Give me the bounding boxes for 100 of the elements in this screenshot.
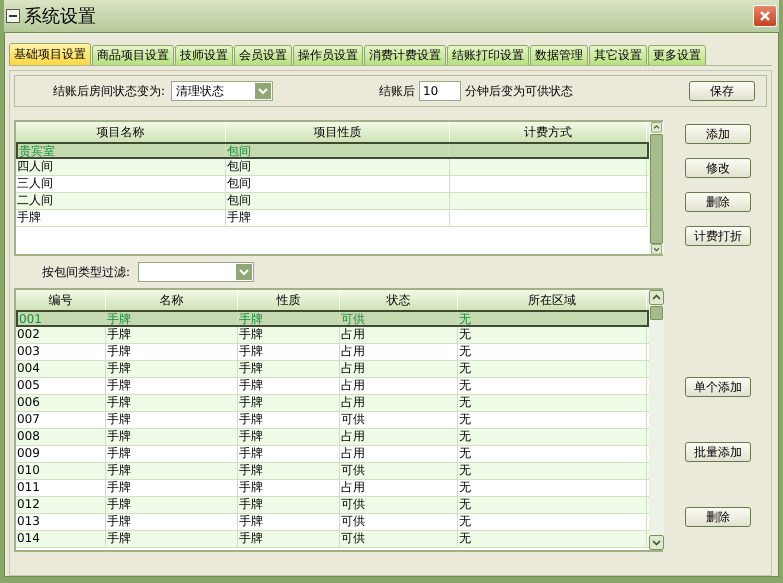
tab[interactable]: 操作员设置: [293, 45, 363, 65]
table-cell: 手牌: [106, 412, 238, 428]
scroll-up-icon: [649, 122, 664, 132]
table-row[interactable]: 四人间 包间: [16, 159, 649, 176]
scroll-down-icon: [649, 535, 664, 550]
status-dropdown[interactable]: 清理状态: [171, 81, 274, 101]
scroll-thumb[interactable]: [650, 306, 663, 320]
table-cell: 手牌: [106, 480, 238, 496]
table-cell: 001: [18, 312, 106, 325]
tab[interactable]: 商品项目设置: [92, 45, 174, 65]
tab[interactable]: 消费计费设置: [364, 45, 446, 65]
action-button[interactable]: 删除: [685, 507, 751, 527]
table-cell: 手牌: [238, 463, 340, 479]
table-cell: 手牌: [238, 344, 340, 360]
table-cell: 手牌: [238, 412, 340, 428]
minutes-field[interactable]: 10: [419, 81, 462, 101]
table-cell: 手牌: [238, 361, 340, 377]
table-row[interactable]: 006 手牌 手牌 占用 无: [16, 395, 649, 412]
field-label: 结账后: [379, 82, 416, 100]
close-icon: [759, 10, 771, 22]
table-cell: 手牌: [106, 361, 238, 377]
action-button[interactable]: 修改: [685, 158, 751, 178]
scroll-down-icon: [649, 244, 664, 254]
table-cell: 占用: [340, 344, 458, 360]
table-cell: 006: [16, 395, 106, 411]
table-row[interactable]: 004 手牌 手牌 占用 无: [16, 361, 649, 378]
table-cell: 手牌: [106, 497, 238, 513]
action-button[interactable]: 添加: [685, 124, 751, 144]
table-cell: 手牌: [106, 446, 238, 462]
tab[interactable]: 结账打印设置: [447, 45, 529, 65]
table-row[interactable]: 012 手牌 手牌 可供 无: [16, 497, 649, 514]
scroll-bar[interactable]: [649, 122, 664, 254]
table-cell: 手牌: [238, 446, 340, 462]
table-cell: 手牌: [106, 312, 238, 325]
table-cell: 包间: [226, 176, 450, 192]
table-cell: 占用: [340, 327, 458, 343]
table-cell: 002: [16, 327, 106, 343]
table-cell: 无: [458, 429, 647, 445]
table-cell: 004: [16, 361, 106, 377]
scroll-up-icon: [649, 290, 664, 305]
table-cell: 010: [16, 463, 106, 479]
filter-dropdown[interactable]: [138, 262, 254, 282]
table-cell: 007: [16, 412, 106, 428]
field-label: 分钟后变为可供状态: [465, 82, 574, 100]
table-cell: 无: [458, 312, 647, 325]
table-cell: 013: [16, 514, 106, 530]
table-cell: 无: [458, 497, 647, 513]
tab[interactable]: 技师设置: [175, 45, 233, 65]
table-row[interactable]: 手牌 手牌: [16, 210, 649, 227]
tab[interactable]: 基础项目设置: [9, 43, 91, 65]
table-cell: 003: [16, 344, 106, 360]
table-cell: 011: [16, 480, 106, 496]
table-cell: 手牌: [238, 327, 340, 343]
tab[interactable]: 其它设置: [589, 45, 647, 65]
table-cell: 手牌: [238, 531, 340, 547]
table-cell: 无: [458, 480, 647, 496]
table-cell: 可供: [340, 463, 458, 479]
table-cell: 无: [458, 395, 647, 411]
scroll-bar[interactable]: [649, 290, 664, 550]
table-cell: 占用: [340, 378, 458, 394]
tab[interactable]: 数据管理: [530, 45, 588, 65]
table-cell: 手牌: [238, 497, 340, 513]
table-cell: 贵宾室: [18, 144, 226, 157]
action-button[interactable]: 计费打折: [685, 226, 751, 246]
table-cell: 手牌: [238, 514, 340, 530]
scroll-thumb[interactable]: [650, 134, 663, 244]
table-row[interactable]: 008 手牌 手牌 占用 无: [16, 429, 649, 446]
tab[interactable]: 会员设置: [234, 45, 292, 65]
action-button[interactable]: 单个添加: [685, 377, 751, 397]
caret-icon: [239, 267, 250, 277]
table-row[interactable]: 014 手牌 手牌 可供 无: [16, 531, 649, 548]
table-cell: 占用: [340, 429, 458, 445]
action-button[interactable]: 批量添加: [685, 442, 751, 462]
table-cell: 手牌: [106, 429, 238, 445]
table-row[interactable]: 002 手牌 手牌 占用 无: [16, 327, 649, 344]
table-cell: 可供: [340, 497, 458, 513]
window-title: 系统设置: [24, 5, 97, 28]
minimize-icon: [6, 9, 20, 23]
table-cell: 包间: [226, 159, 450, 175]
table-row[interactable]: 二人间 包间: [16, 193, 649, 210]
table-cell: 手牌: [226, 210, 450, 226]
save-button[interactable]: 保存: [689, 81, 756, 101]
table-cell: 008: [16, 429, 106, 445]
table-cell: 占用: [340, 480, 458, 496]
table-cell: 手牌: [238, 395, 340, 411]
table-row[interactable]: 010 手牌 手牌 可供 无: [16, 463, 649, 480]
close-button[interactable]: [753, 5, 777, 27]
table-cell: 无: [458, 446, 647, 462]
table-cell: 无: [458, 344, 647, 360]
table-cell: 手牌: [106, 531, 238, 547]
action-button[interactable]: 删除: [685, 192, 751, 212]
tab[interactable]: 更多设置: [648, 45, 706, 65]
table-cell: 手牌: [106, 378, 238, 394]
table-cell: 手牌: [238, 429, 340, 445]
table-cell: 手牌: [106, 514, 238, 530]
table-cell: 无: [458, 327, 647, 343]
field-label: 按包间类型过滤:: [42, 264, 130, 280]
table-cell: 三人间: [16, 176, 226, 192]
table-cell: 二人间: [16, 193, 226, 209]
table-cell: 手牌: [238, 480, 340, 496]
